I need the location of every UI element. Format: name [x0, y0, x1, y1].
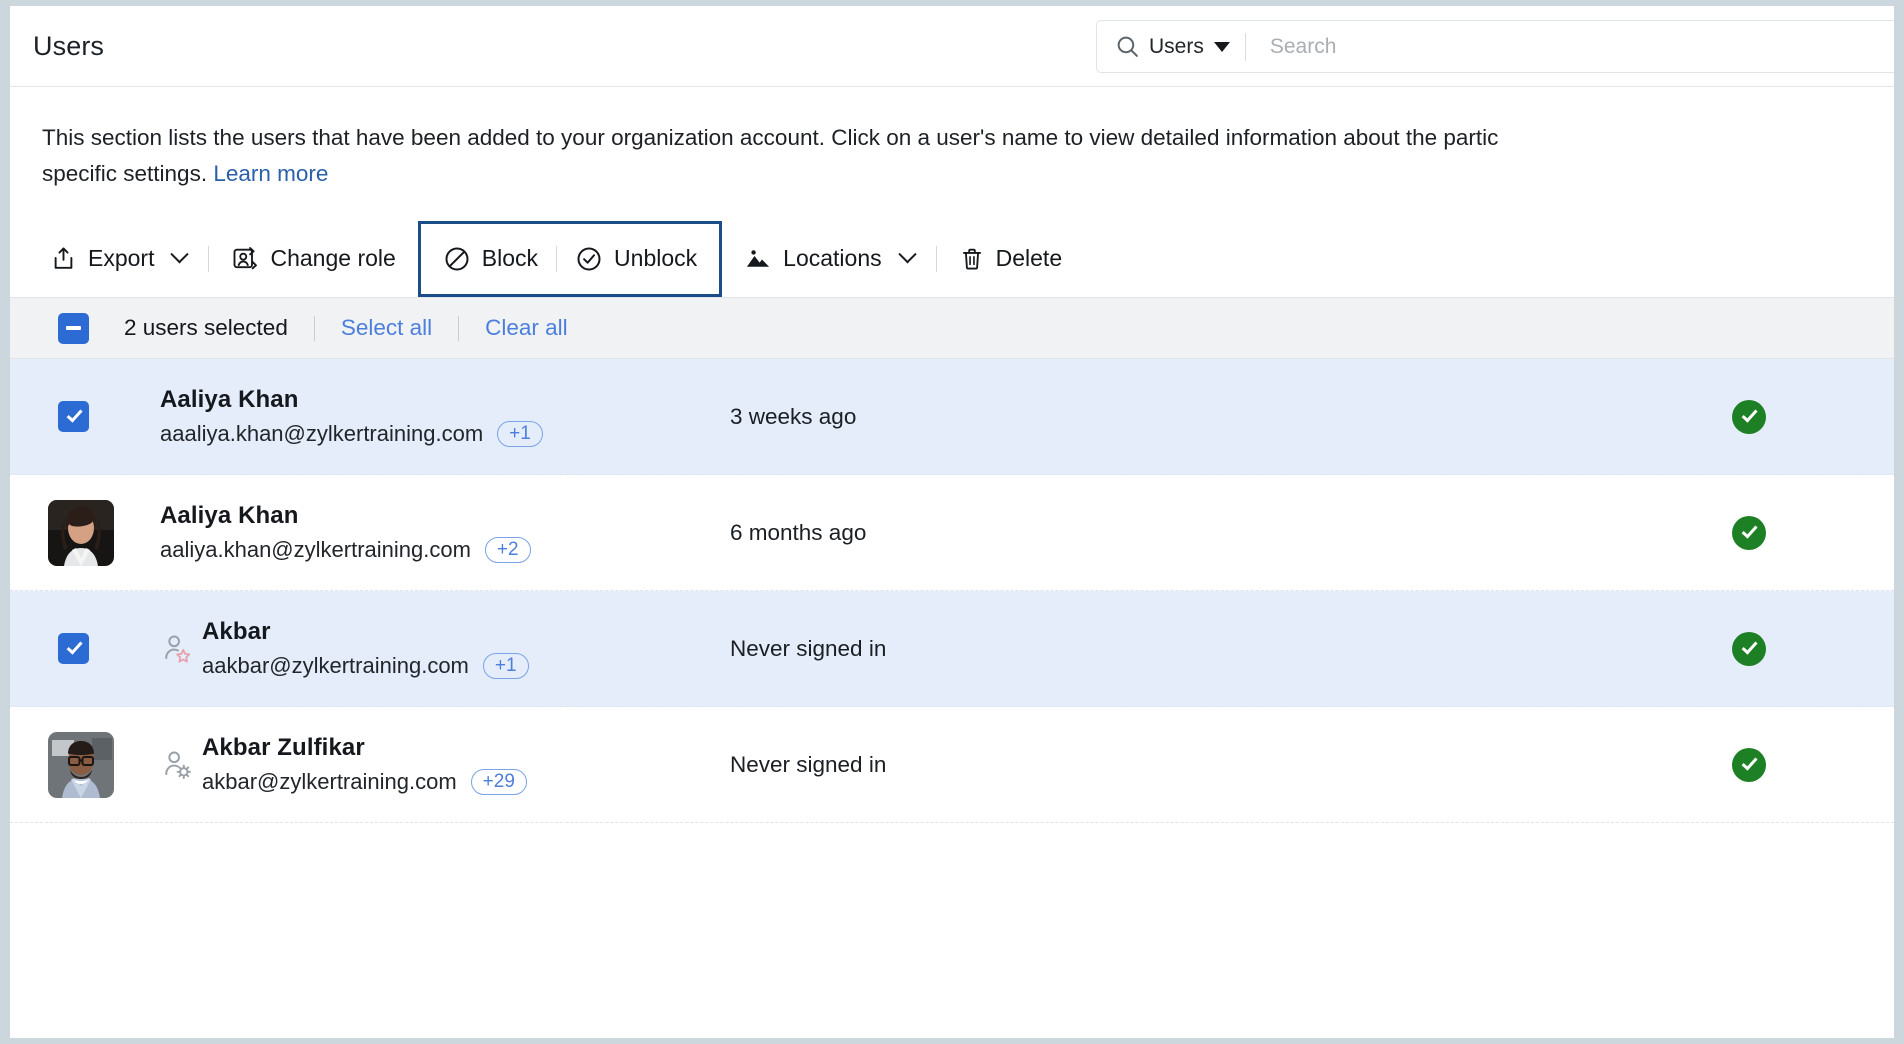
selection-bar: 2 users selected Select all Clear all	[10, 297, 1894, 359]
unblock-button[interactable]: Unblock	[575, 234, 697, 284]
status-badge	[1732, 399, 1766, 434]
landscape-icon	[744, 245, 772, 273]
learn-more-link[interactable]: Learn more	[213, 161, 328, 186]
trash-icon	[959, 246, 985, 272]
export-button[interactable]: Export	[50, 234, 190, 284]
description-line-2-text: specific settings.	[42, 161, 214, 186]
row-checkbox-cell	[58, 401, 114, 432]
user-name[interactable]: Aaliya Khan	[160, 386, 543, 414]
page-title: Users	[33, 30, 105, 61]
table-row[interactable]: Akbar Zulfikar akbar@zylkertraining.com …	[10, 707, 1894, 823]
avatar	[48, 499, 114, 566]
page-header: Users Users	[10, 6, 1894, 87]
search-bar[interactable]: Users	[1096, 20, 1894, 73]
search-input[interactable]	[1245, 34, 1894, 59]
section-description: This section lists the users that have b…	[10, 87, 1894, 192]
block-unblock-group: Block Unblock	[417, 220, 723, 297]
check-icon	[66, 406, 83, 423]
user-swap-icon	[231, 245, 259, 273]
user-star-icon	[160, 632, 194, 666]
unblock-label: Unblock	[614, 245, 698, 271]
check-icon	[1741, 406, 1758, 423]
check-icon	[1741, 754, 1758, 771]
user-name-cell: Aaliya Khan aaliya.khan@zylkertraining.c…	[160, 502, 720, 563]
last-signin: 3 weeks ago	[730, 403, 857, 429]
locations-label: Locations	[783, 245, 882, 271]
status-badge	[1732, 747, 1766, 782]
extra-count-badge[interactable]: +1	[482, 653, 529, 679]
selection-divider	[458, 315, 460, 341]
user-name[interactable]: Akbar Zulfikar	[202, 734, 527, 762]
description-line-1: This section lists the users that have b…	[42, 125, 1499, 150]
user-name-cell: Aaliya Khan aaaliya.khan@zylkertraining.…	[160, 386, 720, 447]
search-scope-selector[interactable]: Users	[1097, 21, 1245, 72]
extra-count-badge[interactable]: +1	[497, 421, 543, 447]
status-badge	[1732, 631, 1766, 666]
export-icon	[50, 245, 77, 272]
select-all-checkbox[interactable]	[58, 312, 89, 344]
selected-count-label: 2 users selected	[124, 315, 288, 340]
check-icon	[1741, 522, 1758, 539]
check-icon	[66, 638, 83, 655]
circle-check-icon	[575, 245, 603, 273]
user-name-cell: Akbar Zulfikar akbar@zylkertraining.com …	[160, 734, 720, 795]
delete-button[interactable]: Delete	[959, 234, 1062, 284]
change-role-button[interactable]: Change role	[231, 234, 396, 284]
users-page: Users Users This section lists the users…	[10, 6, 1894, 1038]
last-signin: 6 months ago	[730, 519, 867, 545]
row-avatar-cell	[48, 731, 114, 798]
block-label: Block	[481, 245, 539, 271]
table-row[interactable]: Aaliya Khan aaliya.khan@zylkertraining.c…	[10, 475, 1894, 591]
circle-slash-icon	[443, 245, 471, 273]
status-badge	[1732, 515, 1766, 550]
last-signin: Never signed in	[730, 751, 887, 777]
user-name[interactable]: Akbar	[202, 618, 529, 646]
select-all-link[interactable]: Select all	[341, 315, 432, 341]
chevron-down-icon	[170, 245, 190, 264]
toolbar-divider	[208, 245, 210, 272]
locations-button[interactable]: Locations	[744, 234, 917, 284]
chevron-down-icon	[1213, 41, 1230, 52]
user-email: aaliya.khan@zylkertraining.com	[160, 537, 471, 562]
description-line-2: specific settings. Learn more	[42, 156, 1894, 192]
toolbar-divider	[935, 245, 937, 272]
block-button[interactable]: Block	[443, 234, 538, 284]
indeterminate-dash-icon	[66, 326, 81, 330]
last-signin: Never signed in	[730, 635, 887, 661]
user-name[interactable]: Aaliya Khan	[160, 502, 531, 530]
check-icon	[1741, 638, 1758, 655]
search-scope-label: Users	[1149, 34, 1204, 58]
search-icon	[1115, 34, 1140, 59]
action-toolbar: Export Change role Block Unblock Locatio…	[10, 192, 1894, 297]
table-row[interactable]: Aaliya Khan aaaliya.khan@zylkertraining.…	[10, 359, 1894, 475]
row-checkbox[interactable]	[58, 633, 89, 664]
avatar	[48, 731, 114, 798]
user-gear-icon	[160, 748, 194, 782]
table-row[interactable]: Akbar aakbar@zylkertraining.com +1 Never…	[10, 591, 1894, 707]
clear-all-link[interactable]: Clear all	[485, 315, 568, 341]
selection-divider	[313, 315, 315, 341]
export-label: Export	[88, 245, 155, 271]
user-email: akbar@zylkertraining.com	[202, 769, 457, 794]
extra-count-badge[interactable]: +2	[484, 537, 531, 563]
user-name-cell: Akbar aakbar@zylkertraining.com +1	[160, 618, 720, 679]
extra-count-badge[interactable]: +29	[470, 769, 527, 795]
user-email: aakbar@zylkertraining.com	[202, 653, 469, 678]
chevron-down-icon	[897, 245, 917, 264]
user-email: aaaliya.khan@zylkertraining.com	[160, 421, 484, 446]
change-role-label: Change role	[270, 245, 396, 271]
toolbar-divider	[556, 245, 558, 272]
delete-label: Delete	[995, 245, 1063, 271]
row-avatar-cell	[48, 499, 114, 566]
row-checkbox-cell	[58, 633, 114, 664]
row-checkbox[interactable]	[58, 401, 89, 432]
